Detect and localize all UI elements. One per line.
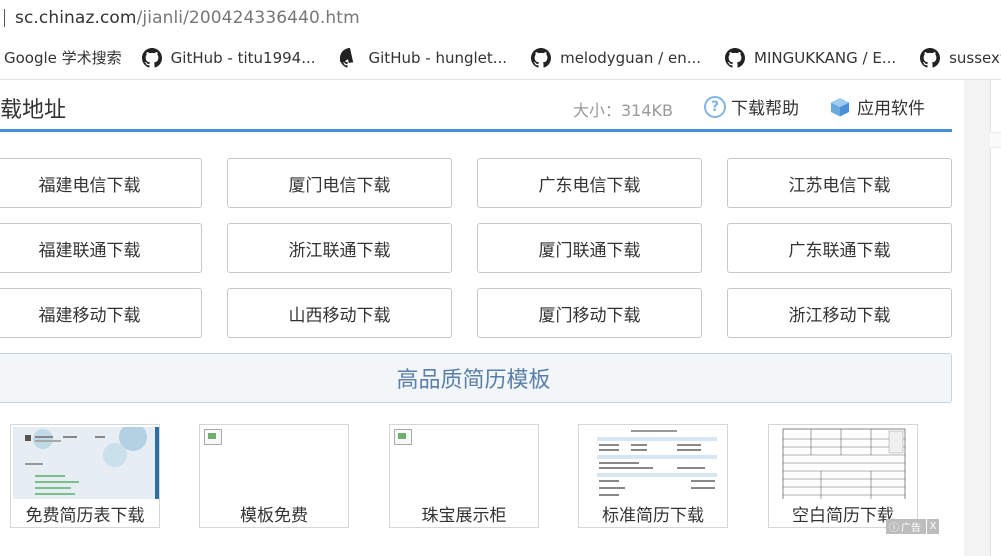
scrollbar-track[interactable] bbox=[990, 80, 1001, 556]
resume-preview-image bbox=[13, 427, 159, 501]
bookmark-label: Google 学术搜索 bbox=[4, 49, 122, 67]
broken-image-icon bbox=[394, 429, 412, 445]
broken-image-icon bbox=[204, 429, 222, 445]
bookmark-google-scholar[interactable]: Google 学术搜索 bbox=[4, 47, 122, 68]
github-icon bbox=[920, 47, 941, 68]
download-button[interactable]: 江苏电信下载 bbox=[727, 158, 952, 208]
apps-label: 应用软件 bbox=[857, 99, 925, 119]
download-label: 江苏电信下载 bbox=[788, 175, 891, 196]
scrollbar-thumb[interactable] bbox=[990, 132, 1001, 148]
download-help-link[interactable]: ? 下载帮助 bbox=[704, 94, 799, 119]
bookmarks-bar: Google 学术搜索 GitHub - titu1994... GitHub … bbox=[0, 36, 1001, 80]
bookmark-github-5[interactable]: sussexwe bbox=[920, 47, 1001, 68]
download-button[interactable]: 厦门电信下载 bbox=[227, 158, 452, 208]
url-host: sc.chinaz.com bbox=[15, 8, 137, 28]
question-icon: ? bbox=[704, 95, 726, 118]
download-button[interactable]: 福建电信下载 bbox=[0, 158, 202, 208]
download-label: 广东电信下载 bbox=[538, 175, 641, 196]
download-button[interactable]: 广东电信下载 bbox=[477, 158, 702, 208]
thumbnail-caption: 珠宝展示柜 bbox=[390, 499, 538, 527]
download-label: 厦门移动下载 bbox=[538, 305, 641, 326]
download-label: 山西移动下载 bbox=[288, 305, 391, 326]
bookmark-github-4[interactable]: MINGUKKANG / E... bbox=[725, 47, 897, 68]
thumbnail-caption: 标准简历下载 bbox=[579, 499, 727, 527]
github-icon bbox=[141, 47, 162, 68]
download-label: 厦门电信下载 bbox=[288, 175, 391, 196]
download-button[interactable]: 福建移动下载 bbox=[0, 288, 202, 338]
thumbnail-caption: 免费简历表下载 bbox=[11, 499, 159, 527]
template-thumbnail[interactable]: 珠宝展示柜 bbox=[389, 424, 539, 528]
download-label: 福建电信下载 bbox=[38, 175, 141, 196]
apps-link[interactable]: 应用软件 bbox=[829, 94, 925, 119]
download-button[interactable]: 浙江移动下载 bbox=[727, 288, 952, 338]
url-text[interactable]: sc.chinaz.com/jianli/200424336440.htm bbox=[15, 8, 360, 28]
ad-label: 广告 bbox=[901, 523, 921, 534]
file-size: 大小：314KB bbox=[573, 101, 674, 120]
bookmark-label: MINGUKKANG / E... bbox=[754, 48, 897, 67]
resume-preview-image bbox=[581, 427, 727, 501]
bookmark-github-1[interactable]: GitHub - titu1994... bbox=[141, 47, 316, 68]
url-path: /jianli/200424336440.htm bbox=[136, 8, 360, 28]
section-title: 载地址 bbox=[0, 98, 67, 123]
address-bar[interactable]: sc.chinaz.com/jianli/200424336440.htm bbox=[0, 0, 1001, 36]
download-label: 厦门联通下载 bbox=[538, 240, 641, 261]
resume-preview-image bbox=[771, 427, 917, 501]
bookmark-label: GitHub - hunglet... bbox=[368, 48, 508, 67]
download-header: 载地址 大小：314KB ? 下载帮助 应用软件 bbox=[0, 80, 952, 132]
download-label: 广东联通下载 bbox=[788, 240, 891, 261]
bookmark-label: sussexwe bbox=[949, 48, 1001, 67]
ad-info-icon: ⓘ bbox=[889, 523, 899, 534]
bookmark-github-3[interactable]: melodyguan / en... bbox=[531, 47, 702, 68]
bookmark-label: melodyguan / en... bbox=[560, 48, 702, 67]
github-icon bbox=[725, 47, 746, 68]
thumbnail-caption: 模板免费 bbox=[200, 499, 348, 527]
download-help-label: 下载帮助 bbox=[731, 99, 799, 119]
ad-close-icon[interactable]: X bbox=[926, 519, 939, 534]
download-button[interactable]: 浙江联通下载 bbox=[227, 223, 452, 273]
right-sidebar bbox=[964, 80, 1001, 556]
download-button[interactable]: 福建联通下载 bbox=[0, 223, 202, 273]
download-button[interactable]: 山西移动下载 bbox=[227, 288, 452, 338]
download-label: 福建联通下载 bbox=[38, 240, 141, 261]
resume-template-banner[interactable]: 高品质简历模板 bbox=[0, 353, 952, 403]
text-cursor bbox=[4, 9, 5, 27]
template-thumbnail[interactable]: 标准简历下载 bbox=[578, 424, 728, 528]
download-label: 福建移动下载 bbox=[38, 305, 141, 326]
github-icon bbox=[339, 47, 353, 68]
bookmark-label: GitHub - titu1994... bbox=[170, 48, 316, 67]
template-thumbnail[interactable]: 模板免费 bbox=[199, 424, 349, 528]
ad-badge[interactable]: ⓘ 广告 X bbox=[886, 519, 939, 534]
template-thumbnail[interactable]: 免费简历表下载 bbox=[10, 424, 160, 528]
template-thumbnail[interactable]: 空白简历下载 bbox=[768, 424, 918, 528]
banner-label: 高品质简历模板 bbox=[396, 368, 551, 393]
download-button[interactable]: 广东联通下载 bbox=[727, 223, 952, 273]
page-content: 载地址 大小：314KB ? 下载帮助 应用软件 福建电信下载 厦门电信下载 广… bbox=[0, 80, 1001, 556]
download-button[interactable]: 厦门联通下载 bbox=[477, 223, 702, 273]
download-button[interactable]: 厦门移动下载 bbox=[477, 288, 702, 338]
download-label: 浙江移动下载 bbox=[788, 305, 891, 326]
download-label: 浙江联通下载 bbox=[288, 240, 391, 261]
cube-icon bbox=[831, 97, 849, 116]
bookmark-github-2[interactable]: GitHub - hunglet... bbox=[339, 47, 508, 68]
github-icon bbox=[531, 47, 552, 68]
